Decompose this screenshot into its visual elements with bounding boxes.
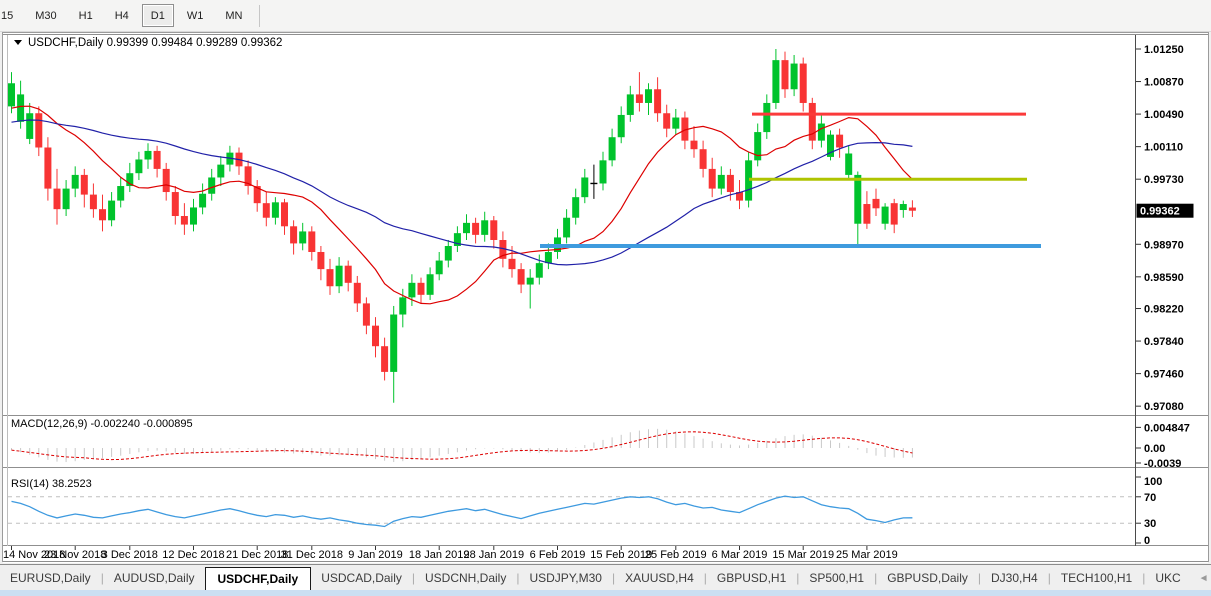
price-tick-label: 0.97080	[1144, 401, 1184, 413]
timeframe-toolbar: 15 M30 H1 H4 D1 W1 MN	[0, 0, 1211, 32]
macd-scale-label: 0.00	[1144, 443, 1165, 455]
timeframe-button-M30[interactable]: M30	[26, 4, 65, 27]
date-tick-label: 6 Feb 2019	[530, 549, 586, 561]
date-axis[interactable]: 14 Nov 201823 Nov 20183 Dec 2018 12 Dec 2…	[3, 546, 898, 561]
toolbar-separator	[259, 4, 261, 27]
statusbar-edge	[0, 590, 1211, 596]
timeframe-button-MN[interactable]: MN	[216, 4, 251, 27]
date-tick-label: 31 Dec 2018	[281, 549, 343, 561]
tab-gbpusd-daily[interactable]: GBPUSD,Daily	[877, 568, 978, 588]
date-tick-label: 6 Mar 2019	[712, 549, 768, 561]
date-tick-label: 28 Jan 2019	[464, 549, 525, 561]
price-tick-label: 1.00490	[1144, 109, 1184, 121]
price-tick-label: 1.00110	[1144, 142, 1183, 154]
tab-ukc[interactable]: UKC	[1145, 568, 1190, 588]
tab-sp500-h1[interactable]: SP500,H1	[799, 568, 874, 588]
tab-gbpusd-h1[interactable]: GBPUSD,H1	[707, 568, 796, 588]
price-tick-label: 1.00870	[1144, 77, 1184, 89]
macd-label: MACD(12,26,9) -0.002240 -0.000895	[11, 418, 193, 430]
date-tick-label: 25 Mar 2019	[836, 549, 898, 561]
date-tick-label: 25 Feb 2019	[645, 549, 707, 561]
tab-scroll-left-icon[interactable]: ◄	[1199, 573, 1209, 584]
rsi-scale-label: 0	[1144, 535, 1150, 547]
tab-usdcnh-daily[interactable]: USDCNH,Daily	[415, 568, 516, 588]
date-tick-label: 18 Jan 2019	[409, 549, 470, 561]
tab-audusd-daily[interactable]: AUDUSD,Daily	[104, 568, 205, 588]
chart-canvas[interactable]: 1.01250 1.00870 1.00490 1.00110 0.99730 0.989…	[0, 31, 1211, 564]
price-tick-label: 0.97840	[1144, 336, 1184, 348]
date-tick-label: 9 Jan 2019	[348, 549, 402, 561]
price-tick-label: 0.98590	[1144, 272, 1184, 284]
date-tick-label: 12 Dec 2018	[162, 549, 224, 561]
price-tick-label: 0.97460	[1144, 369, 1184, 381]
date-tick-label: 15 Feb 2019	[590, 549, 652, 561]
tab-usdjpy-m30[interactable]: USDJPY,M30	[519, 568, 611, 588]
macd-scale-label: 0.004847	[1144, 422, 1190, 434]
rsi-scale-label: 70	[1144, 492, 1156, 504]
timeframe-button-H4[interactable]: H4	[106, 4, 138, 27]
price-tick-label: 1.01250	[1144, 44, 1184, 56]
current-price-text: 0.99362	[1140, 206, 1180, 218]
rsi-scale-label: 30	[1144, 518, 1156, 530]
timeframe-button-D1[interactable]: D1	[141, 4, 174, 27]
tab-dj30-h4[interactable]: DJ30,H4	[981, 568, 1048, 588]
chart-background	[3, 33, 1208, 561]
timeframe-button-15[interactable]: 15	[0, 4, 22, 27]
chart-tabbar: EURUSD,Daily | AUDUSD,Daily USDCHF,Daily USD…	[0, 564, 1211, 592]
date-tick-label: 21 Dec 2018	[226, 549, 288, 561]
rsi-scale-label: 100	[1144, 476, 1162, 488]
tab-usdcad-daily[interactable]: USDCAD,Daily	[311, 568, 412, 588]
symbol-ohlc-header: USDCHF,Daily 0.99399 0.99484 0.99289 0.9…	[28, 37, 282, 49]
macd-scale-label: -0.0039	[1144, 458, 1181, 470]
tab-usdchf-daily[interactable]: USDCHF,Daily	[204, 566, 312, 592]
timeframe-button-H1[interactable]: H1	[70, 4, 102, 27]
price-tick-label: 0.99730	[1144, 174, 1184, 186]
price-tick-label: 0.98220	[1144, 304, 1184, 316]
mt4-window: 15 M30 H1 H4 D1 W1 MN 1.01250 1.00870 1.00490 1.0…	[0, 0, 1211, 596]
tab-eurusd-daily[interactable]: EURUSD,Daily	[0, 568, 101, 588]
date-tick-label: 23 Nov 2018	[44, 549, 106, 561]
date-tick-label: 15 Mar 2019	[772, 549, 834, 561]
tab-tech100-h1[interactable]: TECH100,H1	[1051, 568, 1142, 588]
price-tick-label: 0.98970	[1144, 239, 1184, 251]
rsi-label: RSI(14) 38.2523	[11, 478, 92, 490]
tab-xauusd-h4[interactable]: XAUUSD,H4	[615, 568, 704, 588]
timeframe-button-W1[interactable]: W1	[178, 4, 213, 27]
date-tick-label: 3 Dec 2018	[102, 549, 158, 561]
